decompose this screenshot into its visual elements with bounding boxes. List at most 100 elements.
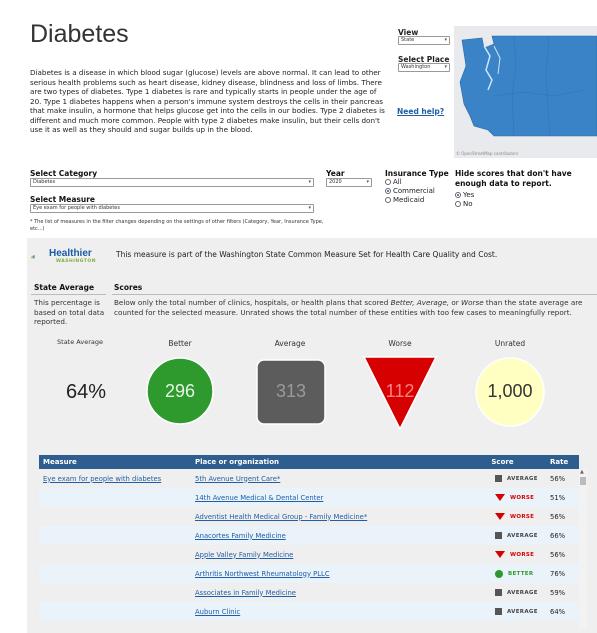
unrated-value: 1,000 bbox=[487, 381, 533, 401]
table-row: Associates in Family Medicine AVERAGE 59% bbox=[39, 583, 579, 602]
category-select[interactable]: Diabetes ▾ bbox=[30, 178, 314, 187]
year-label: Year bbox=[326, 169, 345, 178]
table-scrollbar[interactable]: ▲ bbox=[579, 469, 587, 629]
healthier-washington-logo bbox=[31, 255, 35, 259]
state-region bbox=[459, 35, 597, 137]
score-label: WORSE bbox=[510, 494, 535, 501]
place-cell: Apple Valley Family Medicine bbox=[195, 551, 455, 559]
place-link[interactable]: Auburn Clinic bbox=[195, 608, 240, 616]
place-link[interactable]: Arthritis Northwest Rheumatology PLLC bbox=[195, 570, 330, 578]
triangle-icon bbox=[495, 513, 505, 520]
chevron-down-icon: ▾ bbox=[308, 179, 311, 185]
page-title: Diabetes bbox=[30, 20, 129, 48]
map-credit: © OpenStreetMap contributors bbox=[456, 151, 519, 156]
column-header-place[interactable]: Place or organization bbox=[195, 458, 455, 466]
square-icon bbox=[495, 475, 502, 482]
chevron-down-icon: ▾ bbox=[308, 205, 311, 211]
better-label: Better bbox=[168, 339, 192, 348]
score-label: AVERAGE bbox=[507, 475, 538, 482]
column-header-measure[interactable]: Measure bbox=[39, 458, 195, 466]
worse-value: 112 bbox=[385, 381, 415, 401]
score-cell: AVERAGE bbox=[455, 475, 550, 482]
place-link[interactable]: 14th Avenue Medical & Dental Center bbox=[195, 494, 323, 502]
place-link[interactable]: Associates in Family Medicine bbox=[195, 589, 296, 597]
chevron-down-icon: ▾ bbox=[444, 37, 447, 43]
place-cell: Associates in Family Medicine bbox=[195, 589, 455, 597]
place-cell: Anacortes Family Medicine bbox=[195, 532, 455, 540]
better-value: 296 bbox=[164, 381, 196, 401]
view-select[interactable]: State ▾ bbox=[398, 36, 450, 45]
year-select[interactable]: 2020 ▾ bbox=[326, 178, 372, 187]
score-cell: WORSE bbox=[455, 494, 550, 501]
place-link[interactable]: 5th Avenue Urgent Care* bbox=[195, 475, 280, 483]
score-label: AVERAGE bbox=[507, 589, 538, 596]
state-average-label: State Average bbox=[57, 338, 103, 346]
place-cell: Auburn Clinic bbox=[195, 608, 455, 616]
radio-icon bbox=[455, 201, 461, 207]
category-label: Select Category bbox=[30, 169, 98, 178]
place-link[interactable]: Apple Valley Family Medicine bbox=[195, 551, 293, 559]
washington-map bbox=[454, 26, 597, 158]
chevron-down-icon: ▾ bbox=[366, 179, 369, 185]
average-label: Average bbox=[274, 339, 306, 348]
place-link[interactable]: Adventist Health Medical Group - Family … bbox=[195, 513, 367, 521]
triangle-icon bbox=[495, 494, 505, 501]
column-header-score[interactable]: Score bbox=[455, 458, 550, 466]
table-row: Anacortes Family Medicine AVERAGE 66% bbox=[39, 526, 579, 545]
rate-value: 56% bbox=[550, 512, 566, 521]
unrated-label: Unrated bbox=[494, 339, 526, 348]
hide-option-yes[interactable]: Yes bbox=[455, 191, 474, 199]
score-label: AVERAGE bbox=[507, 608, 538, 615]
measure-select[interactable]: Eye exam for people with diabetes ▾ bbox=[30, 204, 314, 213]
hide-scores-label: Hide scores that don't have enough data … bbox=[455, 169, 572, 188]
table-body: Eye exam for people with diabetes 5th Ave… bbox=[39, 469, 579, 621]
insurance-option-all[interactable]: All bbox=[385, 178, 402, 186]
average-value: 313 bbox=[275, 381, 307, 401]
score-label: WORSE bbox=[510, 513, 535, 520]
score-cell: AVERAGE bbox=[455, 608, 550, 615]
score-cell: BETTER bbox=[455, 569, 550, 578]
radio-icon bbox=[385, 179, 391, 185]
measure-label: Select Measure bbox=[30, 195, 95, 204]
table-row: 14th Avenue Medical & Dental Center WORSE… bbox=[39, 488, 579, 507]
place-select[interactable]: Washington ▾ bbox=[398, 63, 450, 72]
rate-value: 51% bbox=[550, 493, 566, 502]
chevron-down-icon: ▾ bbox=[444, 64, 447, 70]
state-map[interactable]: © OpenStreetMap contributors bbox=[454, 26, 597, 158]
place-link[interactable]: Anacortes Family Medicine bbox=[195, 532, 286, 540]
need-help-link[interactable]: Need help? bbox=[397, 107, 444, 116]
insurance-label: Insurance Type bbox=[385, 169, 449, 178]
radio-icon bbox=[385, 197, 391, 203]
table-row: Apple Valley Family Medicine WORSE 56% bbox=[39, 545, 579, 564]
table-row: Adventist Health Medical Group - Family … bbox=[39, 507, 579, 526]
column-header-rate[interactable]: Rate bbox=[550, 458, 579, 466]
place-cell: 14th Avenue Medical & Dental Center bbox=[195, 494, 455, 502]
scroll-thumb[interactable] bbox=[580, 477, 586, 485]
scores-heading: Scores bbox=[114, 283, 143, 292]
rate-value: 66% bbox=[550, 531, 566, 540]
radio-selected-icon bbox=[385, 188, 391, 194]
rate-value: 56% bbox=[550, 474, 566, 483]
place-cell: 5th Avenue Urgent Care* bbox=[195, 475, 455, 483]
hide-option-no[interactable]: No bbox=[455, 200, 473, 208]
filter-note: * The list of measures in the filter cha… bbox=[30, 219, 324, 232]
page-description: Diabetes is a disease in which blood sug… bbox=[30, 68, 385, 135]
insurance-option-medicaid[interactable]: Medicaid bbox=[385, 196, 424, 204]
score-cell: WORSE bbox=[455, 551, 550, 558]
measure-link[interactable]: Eye exam for people with diabetes bbox=[39, 475, 195, 483]
square-icon bbox=[495, 608, 502, 615]
table-header: Measure Place or organization Score Rate bbox=[39, 455, 579, 469]
divider bbox=[112, 294, 597, 295]
triangle-icon bbox=[495, 551, 505, 558]
state-average-value: 64% bbox=[66, 381, 107, 403]
logo-text: Healthier bbox=[49, 248, 92, 259]
insurance-option-commercial[interactable]: Commercial bbox=[385, 187, 435, 195]
results-table: Measure Place or organization Score Rate… bbox=[39, 455, 579, 621]
table-row: Auburn Clinic AVERAGE 64% bbox=[39, 602, 579, 621]
divider bbox=[31, 294, 106, 295]
square-icon bbox=[495, 532, 502, 539]
rate-value: 59% bbox=[550, 588, 566, 597]
score-cell: WORSE bbox=[455, 513, 550, 520]
scroll-up-icon[interactable]: ▲ bbox=[580, 469, 584, 475]
logo-subtext: WASHINGTON bbox=[56, 259, 96, 264]
